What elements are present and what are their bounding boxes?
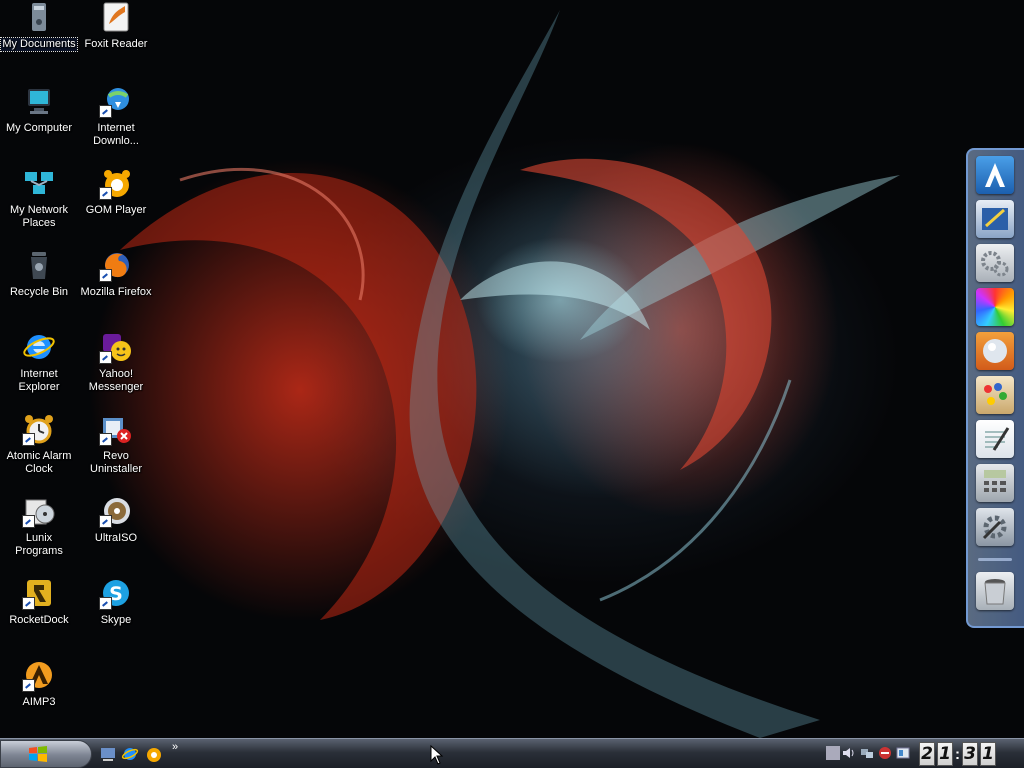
desktop-icon-skype[interactable]: S Skype xyxy=(77,576,155,627)
internet-explorer-icon[interactable] xyxy=(121,745,139,763)
desktop-icon-revo-uninstaller[interactable]: Revo Uninstaller xyxy=(77,412,155,476)
show-desktop-icon[interactable] xyxy=(99,745,117,763)
aimp3-icon xyxy=(22,658,56,692)
clock-minute-tens: 3 xyxy=(962,742,978,766)
volume-icon[interactable] xyxy=(842,746,856,760)
network-icon[interactable] xyxy=(860,746,874,760)
desktop-icon-mozilla-firefox[interactable]: Mozilla Firefox xyxy=(77,248,155,299)
internet-download-manager-icon xyxy=(99,84,133,118)
foxit-reader-icon xyxy=(99,0,133,34)
dock-globe-icon[interactable] xyxy=(976,332,1014,370)
clock-minute-ones: 1 xyxy=(980,742,996,766)
desktop-icon-atomic-alarm-clock[interactable]: Atomic Alarm Clock xyxy=(0,412,78,476)
yahoo-messenger-icon xyxy=(99,330,133,364)
skype-icon: S xyxy=(99,576,133,610)
clock-hour-tens: 2 xyxy=(919,742,935,766)
dock-color-wheel-icon[interactable] xyxy=(976,288,1014,326)
rocketdock-icon xyxy=(22,576,56,610)
dock-trash-icon[interactable] xyxy=(976,572,1014,610)
desktop-icon-gom-player[interactable]: GOM Player xyxy=(77,166,155,217)
messenger-icon[interactable] xyxy=(145,745,163,763)
dock-calculator-icon[interactable] xyxy=(976,464,1014,502)
my-network-places-icon xyxy=(22,166,56,200)
internet-explorer-icon xyxy=(22,330,56,364)
quick-launch-chevron[interactable]: » xyxy=(172,741,178,753)
desktop-icon-my-network-places[interactable]: My Network Places xyxy=(0,166,78,230)
rocketdock-bar xyxy=(966,148,1024,628)
ultraiso-icon xyxy=(99,494,133,528)
clock-hour-ones: 1 xyxy=(937,742,953,766)
dock-notepad-icon[interactable] xyxy=(976,420,1014,458)
alarm-clock-icon xyxy=(22,412,56,446)
desktop-icon-internet-download-manager[interactable]: Internet Downlo... xyxy=(77,84,155,148)
desktop-icon-my-computer[interactable]: My Computer xyxy=(0,84,78,135)
dock-a-icon[interactable] xyxy=(976,156,1014,194)
dock-palette-icon[interactable] xyxy=(976,376,1014,414)
desktop-icon-my-documents[interactable]: My Documents xyxy=(0,0,78,52)
desktop-icon-lunix-programs[interactable]: Lunix Programs xyxy=(0,494,78,558)
my-documents-icon xyxy=(22,0,56,34)
dock-settings-icon[interactable] xyxy=(976,508,1014,546)
tray-app-icon[interactable] xyxy=(826,746,840,760)
clock-separator: : xyxy=(955,745,960,763)
desktop-icon-internet-explorer[interactable]: Internet Explorer xyxy=(0,330,78,394)
windows-logo-icon xyxy=(29,746,47,762)
desktop: My Documents My Computer My Network Plac… xyxy=(0,0,1024,738)
desktop-icon-yahoo-messenger[interactable]: Yahoo! Messenger xyxy=(77,330,155,394)
dock-gears-icon[interactable] xyxy=(976,244,1014,282)
gom-player-icon xyxy=(99,166,133,200)
desktop-icon-recycle-bin[interactable]: Recycle Bin xyxy=(0,248,78,299)
my-computer-icon xyxy=(22,84,56,118)
mouse-cursor-icon xyxy=(430,745,444,765)
desktop-icon-foxit-reader[interactable]: Foxit Reader xyxy=(77,0,155,51)
lunix-programs-icon xyxy=(22,494,56,528)
dock-paint-icon[interactable] xyxy=(976,200,1014,238)
desktop-icon-aimp3[interactable]: AIMP3 xyxy=(0,658,78,709)
start-button[interactable] xyxy=(0,740,92,768)
desktop-icon-ultraiso[interactable]: UltraISO xyxy=(77,494,155,545)
firefox-icon xyxy=(99,248,133,282)
revo-uninstaller-icon xyxy=(99,412,133,446)
taskbar: » 2 1 : 3 1 xyxy=(0,738,1024,768)
system-tray: 2 1 : 3 1 xyxy=(822,742,1022,766)
security-icon[interactable] xyxy=(878,746,892,760)
recycle-bin-icon xyxy=(22,248,56,282)
safely-remove-icon[interactable] xyxy=(896,746,910,760)
clock[interactable]: 2 1 : 3 1 xyxy=(919,742,998,766)
desktop-icon-rocketdock[interactable]: RocketDock xyxy=(0,576,78,627)
dock-separator xyxy=(978,558,1012,561)
